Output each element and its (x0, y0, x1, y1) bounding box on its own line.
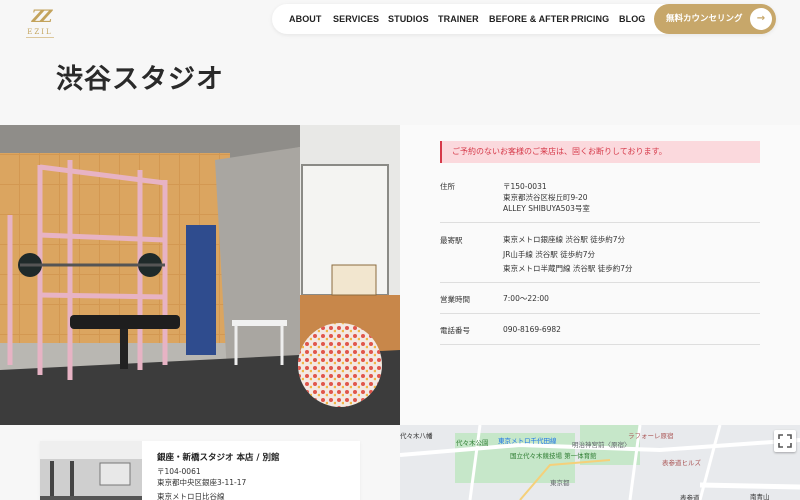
page-title: 渋谷スタジオ (56, 64, 224, 95)
hours-row: 営業時間 7:00〜22:00 (440, 283, 760, 314)
map-label: 代々木公園 (456, 439, 489, 447)
map-label: 表参道 (680, 494, 700, 500)
address-value: 〒150-0031 東京都渋谷区桜丘町9-20 ALLEY SHIBUYA503… (503, 182, 590, 213)
map-label: 南青山 (750, 493, 770, 500)
reservation-notice: ご予約のないお客様のご来店は、固くお断りしております。 (440, 141, 760, 163)
station-label: 最寄駅 (440, 236, 463, 245)
gym-thumbnail (40, 441, 142, 500)
nav-about[interactable]: ABOUT (289, 4, 322, 34)
fullscreen-icon (778, 434, 792, 448)
studio-card-station: 東京メトロ日比谷線 (157, 492, 225, 500)
map-label: 代々木八幡 (400, 432, 433, 440)
hours-label: 営業時間 (440, 295, 470, 304)
studio-card-thumbnail (40, 441, 142, 500)
gym-illustration (0, 125, 400, 425)
nav-services[interactable]: SERVICES (333, 4, 379, 34)
logo-underline (26, 37, 54, 39)
map-label: 国立代々木競技場 第一体育館 (510, 452, 597, 460)
map-fullscreen-button[interactable] (774, 430, 796, 452)
studio-card[interactable]: 銀座・新橋スタジオ 本店 / 別館 〒104-0061 東京都中央区銀座3-11… (40, 441, 360, 500)
address-row: 住所 〒150-0031 東京都渋谷区桜丘町9-20 ALLEY SHIBUYA… (440, 181, 760, 223)
hours-value: 7:00〜22:00 (503, 294, 549, 303)
free-counseling-button[interactable]: 無料カウンセリング → (654, 4, 776, 34)
cta-label: 無料カウンセリング (666, 14, 743, 24)
main-nav: ABOUT SERVICES STUDIOS TRAINER BEFORE & … (272, 4, 776, 34)
map-label: 表参道ヒルズ (662, 459, 701, 467)
logo-text: EZIL (27, 28, 53, 36)
phone-label: 電話番号 (440, 326, 470, 335)
nav-pricing[interactable]: PRICING (571, 4, 609, 34)
map-label: 東京メトロ千代田線 (498, 437, 557, 445)
map-label: 東京都 (550, 479, 570, 487)
nav-before-after[interactable]: BEFORE & AFTER (489, 4, 569, 34)
studio-photo (0, 125, 400, 425)
map[interactable]: 代々木八幡 代々木公園 東京メトロ千代田線 明治神宮前〈原宿〉 ラフォーレ原宿 … (400, 425, 800, 500)
phone-row: 電話番号 090-8169-6982 (440, 314, 760, 345)
nav-trainer[interactable]: TRAINER (438, 4, 479, 34)
studio-card-address: 東京都中央区銀座3-11-17 (157, 478, 247, 487)
station-value: 東京メトロ銀座線 渋谷駅 徒歩約7分 JR山手線 渋谷駅 徒歩約7分 東京メトロ… (503, 235, 633, 273)
studio-card-postal: 〒104-0061 (157, 467, 201, 476)
station-row: 最寄駅 東京メトロ銀座線 渋谷駅 徒歩約7分 JR山手線 渋谷駅 徒歩約7分 東… (440, 223, 760, 283)
studio-card-title: 銀座・新橋スタジオ 本店 / 別館 (157, 453, 280, 463)
map-label: ラフォーレ原宿 (628, 432, 674, 440)
nav-studios[interactable]: STUDIOS (388, 4, 429, 34)
phone-value[interactable]: 090-8169-6982 (503, 324, 561, 335)
map-label: 明治神宮前〈原宿〉 (572, 441, 631, 449)
address-label: 住所 (440, 182, 455, 191)
nav-blog[interactable]: BLOG (619, 4, 645, 34)
logo-mark: ZZ (31, 7, 53, 27)
logo[interactable]: ZZ EZIL (22, 8, 58, 42)
arrow-right-icon: → (750, 8, 772, 30)
studio-info: ご予約のないお客様のご来店は、固くお断りしております。 住所 〒150-0031… (400, 125, 800, 425)
